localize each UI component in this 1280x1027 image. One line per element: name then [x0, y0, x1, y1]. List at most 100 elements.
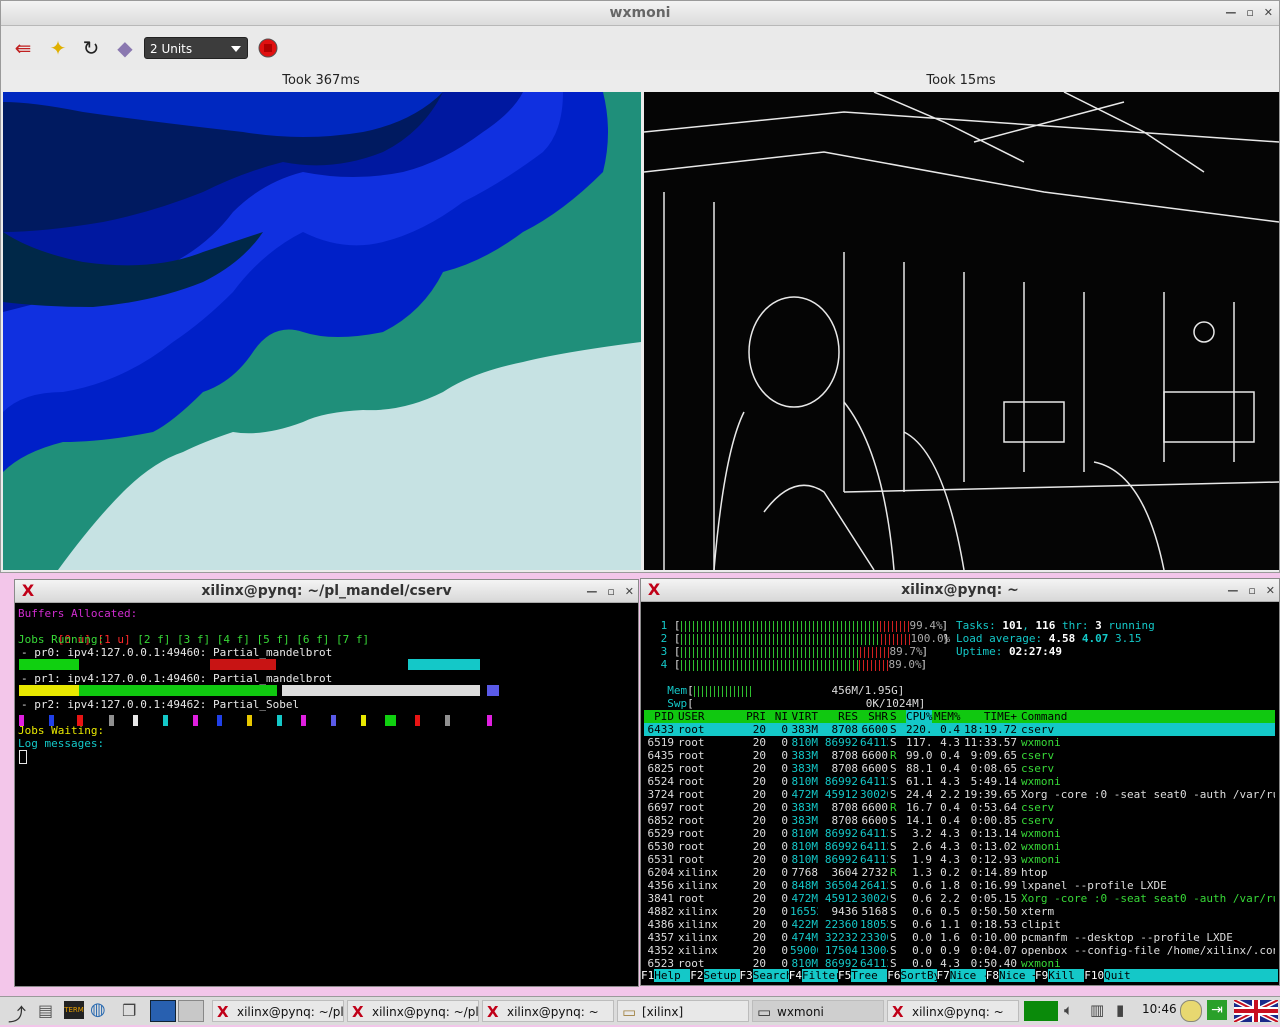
desktop-pager-2[interactable] [178, 1000, 204, 1022]
terminal-launcher-icon[interactable]: TERM [64, 1001, 84, 1019]
battery-icon[interactable]: ▮ [1116, 1001, 1124, 1019]
table-cell: 0.5 [940, 905, 960, 918]
minimize-icon[interactable]: — [1227, 580, 1238, 602]
table-row[interactable]: 6433 root 20 0 383M 8708 6600 S 220. 0.4 18:19.72 c… [644, 723, 1275, 736]
table-cell: 59000 [790, 944, 818, 957]
table-row[interactable]: 6519root 20 0810M 8699264112S 117. 4.3 11:33.5… [644, 736, 1275, 749]
terminal-title[interactable]: X xilinx@pynq: ~ — ▫ ✕ [641, 579, 1279, 602]
table-row[interactable]: 4386xilinx 20 0422M 2236018052S 0.6 1.1 0:18.5… [644, 918, 1275, 931]
diamond-icon[interactable]: ◆ [111, 34, 139, 62]
table-row[interactable]: 4352xilinx 20 059000 1750413004S 0.0 0.9 0:04.… [644, 944, 1276, 957]
taskbar-item-term3[interactable]: Xxilinx@pynq: ~ [482, 1000, 614, 1022]
logout-icon[interactable]: ⇥ [1207, 1000, 1227, 1020]
column-header[interactable]: PRI [738, 710, 766, 723]
table-row[interactable]: 6530root 20 0810M 8699264112S 2.6 4.3 0:13.02 w… [644, 840, 1275, 853]
fkey-key[interactable]: F4 [788, 969, 802, 982]
maximize-icon[interactable]: ▫ [607, 581, 614, 603]
fkey-key[interactable]: F5 [838, 969, 852, 982]
table-row[interactable]: 6697 root 20 0 383M 8708 6600 R 16.7 0.4 0:53.64 cs… [644, 801, 1275, 814]
fkey-label[interactable]: Filter [802, 969, 842, 982]
column-header[interactable]: MEM% [934, 710, 961, 723]
terminal-title[interactable]: X xilinx@pynq: ~/pl_mandel/cserv — ▫ ✕ [15, 580, 638, 603]
column-header[interactable]: TIME+ [962, 710, 1017, 723]
column-header[interactable]: SHR [860, 710, 888, 723]
window-title[interactable]: wxmoni — ▫ ✕ [1, 1, 1279, 26]
clock[interactable]: 10:46 [1142, 1002, 1177, 1016]
close-icon[interactable]: ✕ [1266, 580, 1275, 602]
windows-icon[interactable]: ❐ [122, 1001, 136, 1020]
screensaver-icon[interactable] [1180, 1000, 1202, 1022]
column-header[interactable]: S [890, 710, 904, 723]
clipboard-icon[interactable]: ▥ [1090, 1001, 1104, 1019]
column-header[interactable]: USER [678, 710, 733, 723]
table-row[interactable]: 4882xilinx 20 016552 94365168S 0.6 0.5 0:50.50… [644, 905, 1275, 918]
fkey-key[interactable]: F3 [739, 969, 753, 982]
fkey-key[interactable]: F1 [641, 969, 655, 982]
fkey-key[interactable]: F2 [690, 969, 704, 982]
table-row[interactable]: 3841root 20 0472M 4591230020S 0.6 2.2 0:05.15 X… [644, 892, 1276, 905]
files-icon[interactable]: ▤ [38, 1001, 53, 1020]
fkey-key[interactable]: F6 [887, 969, 901, 982]
table-row[interactable]: 6852 root 20 0 383M 8708 6600 S 14.1 0.4 0:00.85 cs… [644, 814, 1275, 827]
fkey-label[interactable]: SortBy [901, 969, 941, 982]
table-cell: S [890, 840, 897, 853]
minimize-icon[interactable]: — [586, 581, 597, 603]
terminal-cserv[interactable]: X xilinx@pynq: ~/pl_mandel/cserv — ▫ ✕ Buf… [14, 579, 639, 987]
minimize-icon[interactable]: — [1225, 1, 1236, 25]
taskbar-item-wxmoni[interactable]: ▭ wxmoni [752, 1000, 884, 1022]
close-icon[interactable]: ✕ [1264, 1, 1273, 25]
fkey-key[interactable]: F8 [985, 969, 999, 982]
column-header[interactable]: PID [644, 710, 674, 723]
fkey-key[interactable]: F9 [1035, 969, 1049, 982]
fkey-key[interactable]: F7 [936, 969, 950, 982]
browser-icon[interactable]: ◍ [90, 999, 106, 1020]
table-row[interactable]: 6529root 20 0810M 8699264112S 3.2 4.3 0:13.14 w… [644, 827, 1275, 840]
jobs-running-label: Jobs Running: [18, 633, 105, 646]
refresh-icon[interactable]: ↻ [77, 34, 105, 62]
column-header[interactable]: Command [1021, 710, 1280, 723]
fkey-label[interactable]: Setup [704, 969, 740, 982]
fkey-label[interactable]: Nice - [950, 969, 990, 982]
close-icon[interactable]: ✕ [625, 581, 634, 603]
maximize-icon[interactable]: ▫ [1246, 1, 1253, 25]
column-header[interactable]: NI [768, 710, 788, 723]
fkey-label[interactable]: Search [753, 969, 793, 982]
table-row[interactable]: 4357xilinx 20 0474M 3223223300S 0.0 1.6 0:10.0… [644, 931, 1275, 944]
cpu-kernel-bar [879, 620, 910, 632]
table-row[interactable]: 6531root 20 0810M 8699264112S 1.9 4.3 0:12.93 w… [644, 853, 1275, 866]
column-header[interactable]: RES [820, 710, 858, 723]
table-row[interactable]: 6435 root 20 0 383M 8708 6600 R 99.0 0.4 9:09.65 cs… [644, 749, 1275, 762]
table-cell: 19:39.65 [964, 788, 1017, 801]
table-row[interactable]: 6524root 20 0810M 8699264112S 61.1 4.3 5:49.14… [644, 775, 1275, 788]
fkey-label[interactable]: Quit [1104, 969, 1140, 982]
menu-icon[interactable]: ⤴ [8, 1001, 26, 1027]
exit-icon[interactable]: ⇚ [9, 34, 37, 62]
running-label: running [1108, 619, 1155, 632]
cpu-percent: 99.4% [909, 619, 943, 632]
job-progress-segment [487, 685, 499, 696]
table-row[interactable]: 6204 xilinx 20 0 7768 3604 2732 R 1.3 0.2 0:14.89 h… [644, 866, 1275, 879]
table-cell: 810M [791, 853, 819, 866]
volume-icon[interactable]: 🔈︎ [1064, 1001, 1073, 1019]
star-icon[interactable]: ✦ [44, 34, 72, 62]
keyboard-layout-flag-icon[interactable] [1232, 997, 1280, 1025]
fkey-label[interactable]: Help [654, 969, 690, 982]
table-row[interactable]: 3724root 20 0472M 4591230020S 24.4 2.2 19:39.6… [644, 788, 1276, 801]
taskbar-item-term2[interactable]: Xxilinx@pynq: ~/pl... [347, 1000, 479, 1022]
stop-button[interactable] [254, 34, 282, 62]
taskbar-item-term1[interactable]: Xxilinx@pynq: ~/pl... [212, 1000, 344, 1022]
units-select[interactable]: 2 Units [144, 37, 248, 59]
maximize-icon[interactable]: ▫ [1248, 580, 1255, 602]
desktop-pager-1[interactable] [150, 1000, 176, 1022]
taskbar-item-filemanager[interactable]: ▭ [xilinx] [617, 1000, 749, 1022]
table-row[interactable]: 6825 root 20 0 383M 8708 6600 S 88.1 0.4 0:08.65 cs… [644, 762, 1275, 775]
column-header[interactable]: CPU% [906, 710, 933, 723]
fkey-key[interactable]: F10 [1084, 969, 1105, 982]
table-cell: 0.0 [912, 944, 932, 957]
taskbar-item-term4[interactable]: Xxilinx@pynq: ~ [887, 1000, 1019, 1022]
fkey-label[interactable]: Kill [1048, 969, 1084, 982]
table-row[interactable]: 4356xilinx 20 0848M 3650426412S 0.6 1.8 0:16.9… [644, 879, 1275, 892]
column-header[interactable]: VIRT [790, 710, 819, 723]
fkey-label[interactable]: Tree [851, 969, 887, 982]
fkey-label[interactable]: Nice + [999, 969, 1039, 982]
